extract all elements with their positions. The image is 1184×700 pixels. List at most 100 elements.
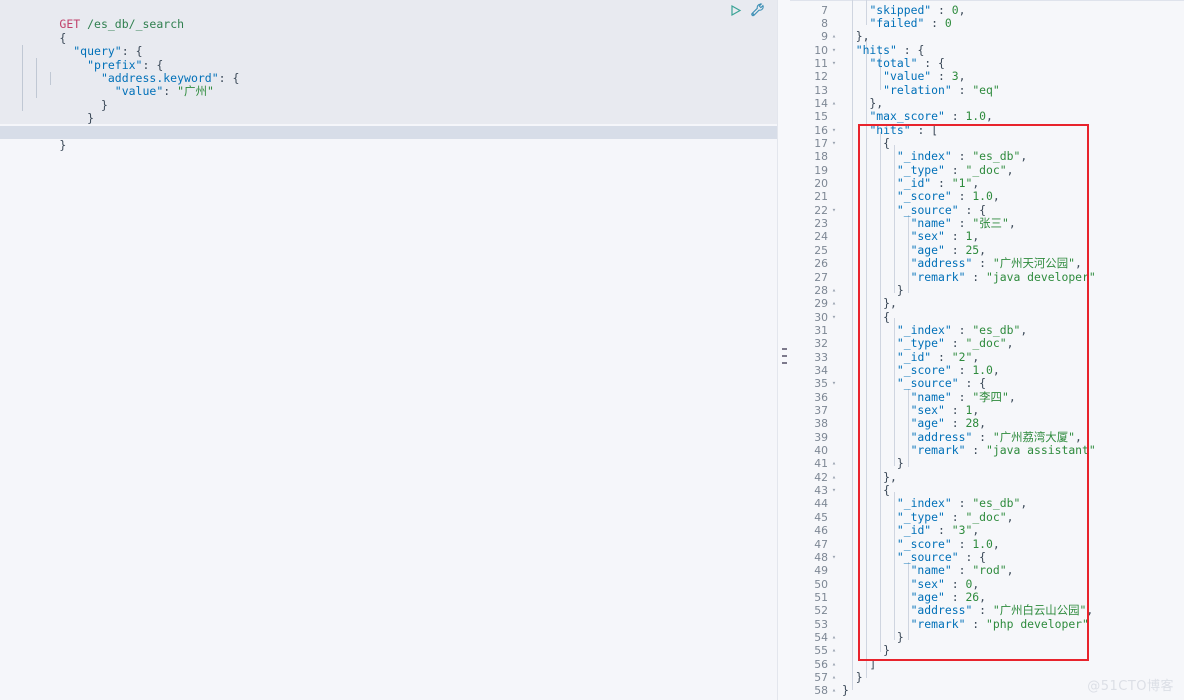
fold-open-icon[interactable]: ▾ [830, 377, 838, 390]
request-body-line[interactable]: } [0, 99, 777, 125]
fold-open-icon[interactable]: ▾ [830, 484, 838, 497]
request-body-line[interactable]: "query": { [0, 32, 777, 58]
fold-close-icon[interactable]: ▴ [830, 658, 838, 671]
response-line[interactable]: 15 "max_score" : 1.0, [790, 110, 1184, 124]
response-line[interactable]: 31 "_index" : "es_db", [790, 323, 1184, 337]
response-line[interactable]: 44 "_index" : "es_db", [790, 497, 1184, 511]
line-number: 46 [814, 524, 828, 538]
response-line[interactable]: 34 "_score" : 1.0, [790, 363, 1184, 377]
response-line[interactable]: 53 "remark" : "php developer" [790, 617, 1184, 631]
watermark: @51CTO博客 [1087, 679, 1174, 694]
response-line[interactable]: 18 "_index" : "es_db", [790, 150, 1184, 164]
response-line[interactable]: 9 ▴ }, [790, 30, 1184, 44]
fold-close-icon[interactable]: ▴ [830, 631, 838, 644]
request-body-line[interactable]: "prefix": { [0, 45, 777, 71]
fold-close-icon[interactable]: ▴ [830, 30, 838, 43]
response-line[interactable]: 26 "address" : "广州天河公园", [790, 256, 1184, 270]
wrench-icon[interactable] [750, 3, 765, 17]
line-number: 21 [814, 190, 828, 204]
response-line[interactable]: 56 ▴ ] [790, 657, 1184, 671]
response-line[interactable]: 35 ▾ "_source" : { [790, 377, 1184, 391]
play-icon[interactable] [729, 4, 742, 17]
response-line[interactable]: 43 ▾ { [790, 483, 1184, 498]
fold-open-icon[interactable]: ▾ [830, 137, 838, 150]
response-code-text: "remark" : "java developer" [910, 269, 1096, 284]
response-line[interactable]: 20 "_id" : "1", [790, 176, 1184, 191]
response-line[interactable]: 22 ▾ "_source" : { [790, 202, 1184, 217]
response-line[interactable]: 40 "remark" : "java assistant" [790, 443, 1184, 458]
response-code-text: "_id" : "2", [896, 349, 980, 364]
response-line[interactable]: 55 ▴ } [790, 644, 1184, 658]
response-line[interactable]: 48 ▾ "_source" : { [790, 550, 1184, 564]
response-line[interactable]: 23 "name" : "张三", [790, 216, 1184, 230]
response-line[interactable]: 17 ▾ { [790, 136, 1184, 150]
response-code-text: "_id" : "3", [896, 523, 980, 538]
response-line[interactable]: 12 "value" : 3, [790, 70, 1184, 84]
request-body-line[interactable]: } [0, 85, 777, 111]
response-line[interactable]: 13 "relation" : "eq" [790, 83, 1184, 97]
request-body-line[interactable]: "address.keyword": { [0, 59, 777, 84]
request-body-line[interactable]: } [0, 112, 777, 138]
request-body-line[interactable]: "value": "广州" [0, 72, 777, 98]
response-line[interactable]: 50 "sex" : 0, [790, 577, 1184, 591]
fold-close-icon[interactable]: ▴ [830, 297, 838, 310]
request-editor[interactable]: GET /es_db/_search { "query": { "prefix"… [0, 0, 777, 152]
response-line[interactable]: 51 "age" : 26, [790, 590, 1184, 604]
line-number: 20 [814, 177, 828, 191]
response-line[interactable]: 14 ▴ }, [790, 96, 1184, 110]
response-line[interactable]: 8 "failed" : 0 [790, 16, 1184, 30]
response-line[interactable]: 54 ▴ } [790, 630, 1184, 644]
response-line[interactable]: 25 "age" : 25, [790, 243, 1184, 257]
drag-handle[interactable] [782, 348, 787, 364]
fold-close-icon[interactable]: ▴ [830, 457, 838, 470]
response-code-text: }, [842, 296, 897, 311]
fold-close-icon[interactable]: ▴ [830, 97, 838, 110]
line-number: 12 [814, 70, 828, 84]
response-line[interactable]: 52 "address" : "广州白云山公园", [790, 604, 1184, 618]
response-line[interactable]: 30 ▾ { [790, 310, 1184, 324]
line-number: 40 [814, 444, 828, 458]
response-line[interactable]: 42 ▴ }, [790, 470, 1184, 484]
fold-open-icon[interactable]: ▾ [830, 204, 838, 217]
request-body-line-active[interactable]: } [0, 125, 777, 152]
fold-open-icon[interactable]: ▾ [830, 311, 838, 324]
response-line[interactable]: 7 "skipped" : 0, [790, 3, 1184, 17]
response-line[interactable]: 27 "remark" : "java developer" [790, 269, 1184, 284]
response-line[interactable]: 28 ▴ } [790, 283, 1184, 297]
fold-close-icon[interactable]: ▴ [830, 284, 838, 297]
response-line[interactable]: 41 ▴ } [790, 456, 1184, 471]
request-body-line[interactable]: { [0, 18, 777, 44]
response-code-text: "_type" : "_doc", [896, 509, 1014, 524]
fold-open-icon[interactable]: ▾ [830, 124, 838, 137]
line-number: 43 [814, 484, 828, 498]
response-line[interactable]: 46 "_id" : "3", [790, 523, 1184, 538]
response-line[interactable]: 32 "_type" : "_doc", [790, 337, 1184, 351]
response-code-text: "_source" : { [896, 202, 987, 217]
response-line[interactable]: 39 "address" : "广州荔湾大厦", [790, 430, 1184, 444]
fold-close-icon[interactable]: ▴ [830, 644, 838, 657]
fold-close-icon[interactable]: ▴ [830, 471, 838, 484]
fold-close-icon[interactable]: ▴ [830, 671, 838, 684]
response-pane[interactable]: 7 "skipped" : 0, 8 "failed" : 0 9 ▴ }, 10 ▾ "… [790, 0, 1184, 700]
response-line[interactable]: 37 "sex" : 1, [790, 403, 1184, 417]
fold-open-icon[interactable]: ▾ [830, 57, 838, 70]
response-line[interactable]: 21 "_score" : 1.0, [790, 190, 1184, 204]
response-line[interactable]: 33 "_id" : "2", [790, 349, 1184, 364]
response-line[interactable]: 45 "_type" : "_doc", [790, 509, 1184, 524]
fold-open-icon[interactable]: ▾ [830, 551, 838, 564]
response-code-text: } [842, 456, 904, 471]
fold-close-icon[interactable]: ▴ [830, 684, 838, 697]
response-line[interactable]: 38 "age" : 28, [790, 417, 1184, 431]
request-method-line[interactable]: GET /es_db/_search [0, 5, 777, 31]
response-line[interactable]: 29 ▴ }, [790, 296, 1184, 311]
response-line[interactable]: 16 ▾ "hits" : [ [790, 123, 1184, 137]
response-line[interactable]: 36 "name" : "李四", [790, 390, 1184, 404]
response-line[interactable]: 47 "_score" : 1.0, [790, 537, 1184, 551]
response-line[interactable]: 24 "sex" : 1, [790, 230, 1184, 244]
line-number: 36 [814, 390, 828, 404]
response-line[interactable]: 10 ▾ "hits" : { [790, 43, 1184, 57]
fold-open-icon[interactable]: ▾ [830, 44, 838, 57]
response-line[interactable]: 11 ▾ "total" : { [790, 56, 1184, 70]
response-line[interactable]: 49 "name" : "rod", [790, 564, 1184, 578]
response-line[interactable]: 19 "_type" : "_doc", [790, 163, 1184, 177]
